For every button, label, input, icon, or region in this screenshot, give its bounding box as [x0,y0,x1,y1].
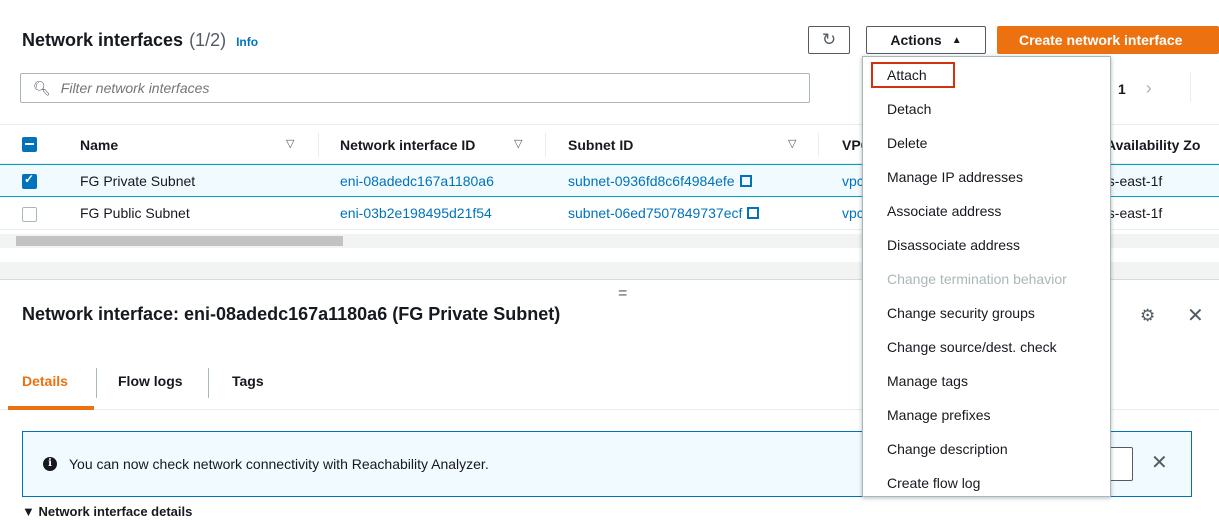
row-subnet-id[interactable]: subnet-0936fd8c6f4984efe [568,173,752,189]
close-icon[interactable]: ✕ [1187,303,1204,328]
menu-item-source-dest-check[interactable]: Change source/dest. check [887,339,1057,355]
pager-divider [1190,72,1191,102]
column-availability-zone[interactable]: Availability Zo [1106,137,1200,153]
column-divider [545,133,546,157]
menu-item-detach[interactable]: Detach [887,101,931,117]
filter-box[interactable]: 🔍︎ [20,73,810,103]
page-number[interactable]: 1 [1118,81,1126,97]
page-title: Network interfaces [22,30,184,50]
search-icon: 🔍︎ [33,79,51,96]
menu-item-create-flow-log[interactable]: Create flow log [887,475,980,491]
selection-count: (1/2) [189,30,227,50]
row-interface-id[interactable]: eni-08adedc167a1180a6 [340,173,494,189]
caret-up-icon: ▲ [951,34,962,46]
filter-input[interactable] [60,80,761,96]
actions-label: Actions [890,32,942,48]
sort-icon[interactable]: ▽ [514,137,522,150]
info-icon: i [43,457,57,471]
drag-handle-icon[interactable]: = [618,285,627,303]
tab-details[interactable]: Details [22,373,68,389]
info-link[interactable]: Info [236,35,258,49]
tab-divider [208,368,209,398]
row-vpc[interactable]: vpc [842,205,864,221]
actions-button[interactable]: Actions ▲ [866,26,986,54]
sort-icon[interactable]: ▽ [788,137,796,150]
menu-item-delete[interactable]: Delete [887,135,927,151]
row-checkbox[interactable] [22,207,37,222]
menu-item-manage-ip[interactable]: Manage IP addresses [887,169,1023,185]
tab-tags[interactable]: Tags [232,373,264,389]
column-name[interactable]: Name [80,137,118,153]
column-interface-id[interactable]: Network interface ID [340,137,475,153]
external-link-icon[interactable] [747,207,760,219]
row-subnet-id[interactable]: subnet-06ed7507849737ecf [568,205,760,221]
menu-item-manage-prefixes[interactable]: Manage prefixes [887,407,991,423]
active-tab-indicator [8,406,94,410]
scrollbar-thumb[interactable] [16,236,343,246]
column-subnet-id[interactable]: Subnet ID [568,137,633,153]
alert-message: You can now check network connectivity w… [69,456,489,472]
menu-item-change-description[interactable]: Change description [887,441,1008,457]
column-divider [318,133,319,157]
menu-item-change-termination: Change termination behavior [887,271,1067,287]
pagination: 1 › [1118,72,1191,102]
column-divider [818,133,819,157]
row-name: FG Public Subnet [80,205,190,221]
row-subnet-text[interactable]: subnet-0936fd8c6f4984efe [568,173,735,189]
row-name: FG Private Subnet [80,173,196,189]
create-network-interface-button[interactable]: Create network interface [997,26,1219,54]
tab-divider [96,368,97,398]
select-all-checkbox[interactable] [22,137,37,152]
section-header[interactable]: ▼ Network interface details [22,504,192,519]
tab-flow-logs[interactable]: Flow logs [118,373,183,389]
menu-item-manage-tags[interactable]: Manage tags [887,373,968,389]
row-vpc[interactable]: vpc [842,173,864,189]
menu-item-associate-address[interactable]: Associate address [887,203,1001,219]
menu-item-change-security-groups[interactable]: Change security groups [887,305,1035,321]
section-title: Network interface details [38,504,193,519]
row-interface-id[interactable]: eni-03b2e198495d21f54 [340,205,492,221]
menu-item-attach[interactable]: Attach [887,67,927,83]
row-subnet-text[interactable]: subnet-06ed7507849737ecf [568,205,742,221]
menu-item-disassociate-address[interactable]: Disassociate address [887,237,1020,253]
chevron-right-icon[interactable]: › [1146,78,1152,99]
sort-icon[interactable]: ▽ [286,137,294,150]
close-icon[interactable]: ✕ [1151,450,1168,475]
external-link-icon[interactable] [739,175,752,187]
panel-header: Network interfaces (1/2) Info [22,30,258,51]
refresh-button[interactable]: ↻ [808,26,850,54]
create-label: Create network interface [1019,32,1183,48]
detail-title: Network interface: eni-08adedc167a1180a6… [22,304,561,324]
gear-icon[interactable]: ⚙ [1140,306,1155,326]
actions-menu: Attach Detach Delete Manage IP addresses… [862,56,1111,497]
refresh-icon: ↻ [821,30,837,49]
row-checkbox-checked[interactable] [22,172,37,189]
